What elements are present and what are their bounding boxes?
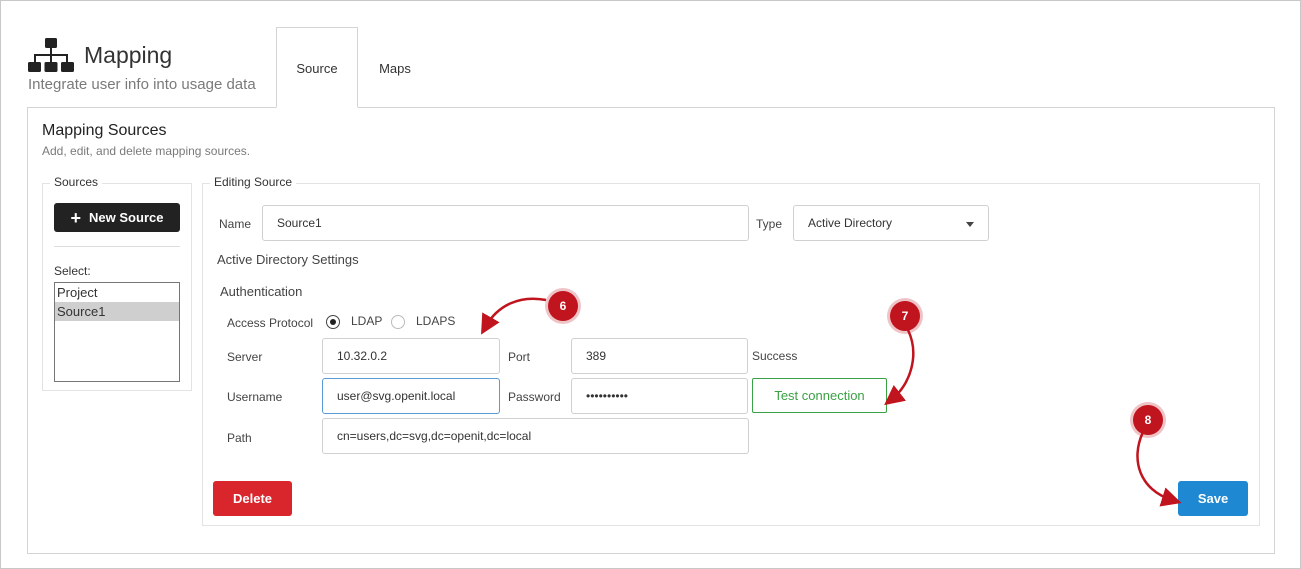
select-label: Select:: [54, 264, 91, 278]
sources-divider: [54, 246, 180, 247]
path-input[interactable]: cn=users,dc=svg,dc=openit,dc=local: [322, 418, 749, 454]
access-protocol-label: Access Protocol: [227, 316, 314, 330]
radio-ldap[interactable]: [326, 315, 340, 329]
caret-down-icon: [966, 222, 974, 227]
page-subtitle: Integrate user info into usage data: [28, 76, 256, 93]
panel-subtitle: Add, edit, and delete mapping sources.: [42, 144, 251, 158]
source-listbox[interactable]: Project Source1: [54, 282, 180, 382]
port-input[interactable]: 389: [571, 338, 748, 374]
annotation-badge-6: 6: [548, 291, 578, 321]
name-label: Name: [219, 217, 252, 231]
delete-button[interactable]: Delete: [213, 481, 292, 516]
sources-legend: Sources: [50, 175, 103, 189]
port-label: Port: [508, 350, 531, 364]
test-connection-button[interactable]: Test connection: [752, 378, 887, 413]
username-label: Username: [227, 390, 283, 404]
plus-icon: +: [70, 207, 82, 228]
type-label: Type: [756, 217, 783, 231]
radio-ldap-label: LDAP: [351, 314, 383, 328]
type-select-value: Active Directory: [808, 216, 893, 230]
save-button[interactable]: Save: [1178, 481, 1248, 516]
annotation-badge-7: 7: [890, 301, 920, 331]
source-item-source1[interactable]: Source1: [55, 302, 179, 321]
connection-status: Success: [752, 349, 798, 363]
new-source-button[interactable]: + New Source: [54, 203, 180, 232]
radio-ldaps[interactable]: [391, 315, 405, 329]
panel-title: Mapping Sources: [42, 122, 167, 139]
new-source-label: New Source: [89, 210, 164, 225]
path-label: Path: [227, 431, 252, 445]
page-title: Mapping: [84, 42, 173, 68]
server-input[interactable]: 10.32.0.2: [322, 338, 500, 374]
source-item-project[interactable]: Project: [55, 283, 179, 302]
authentication-heading: Authentication: [220, 284, 303, 299]
name-input[interactable]: Source1: [262, 205, 749, 241]
radio-ldaps-label: LDAPS: [416, 314, 456, 328]
annotation-badge-8: 8: [1133, 405, 1163, 435]
ad-settings-heading: Active Directory Settings: [217, 252, 359, 267]
password-input[interactable]: ••••••••••: [571, 378, 748, 414]
type-select[interactable]: Active Directory: [793, 205, 989, 241]
tab-source[interactable]: Source: [276, 27, 358, 108]
editing-legend: Editing Source: [210, 175, 297, 189]
sitemap-icon: [28, 38, 74, 72]
tab-maps[interactable]: Maps: [362, 27, 428, 108]
password-label: Password: [508, 390, 561, 404]
username-input[interactable]: user@svg.openit.local: [322, 378, 500, 414]
server-label: Server: [227, 350, 263, 364]
